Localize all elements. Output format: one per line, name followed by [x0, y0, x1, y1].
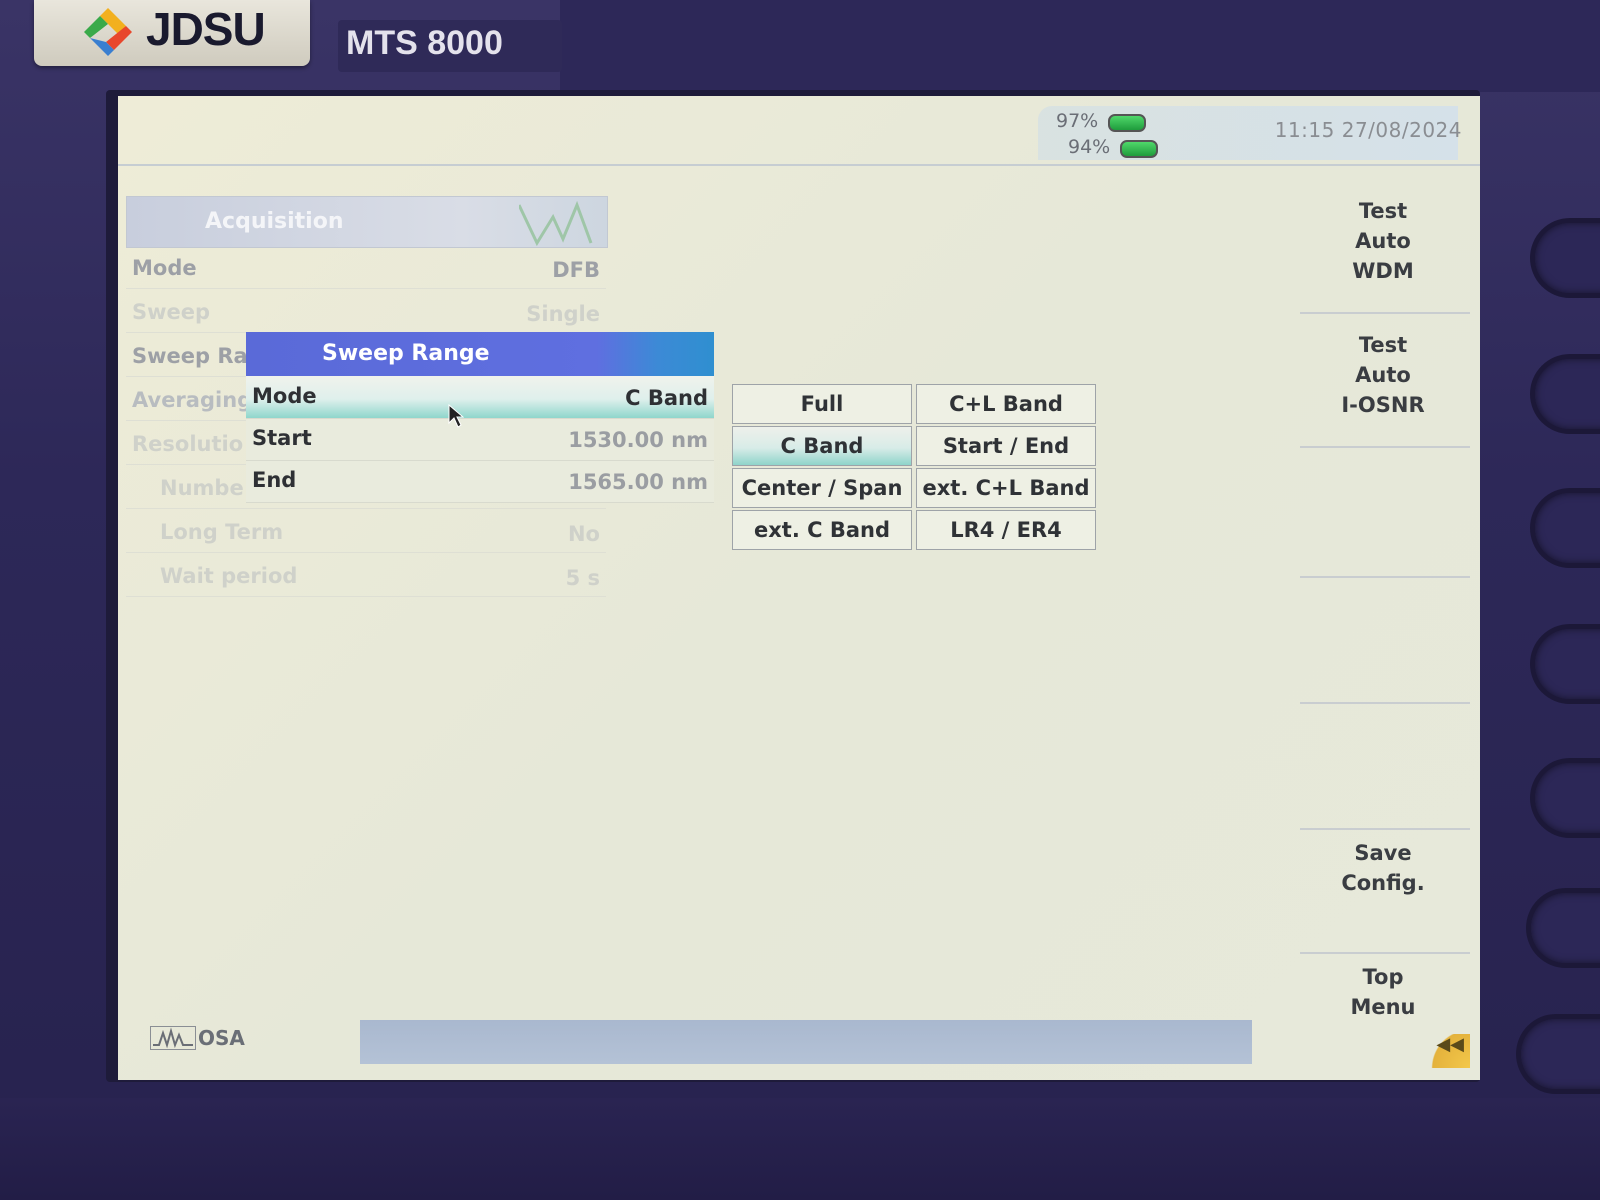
option-full-button[interactable]: Full — [732, 384, 912, 424]
lcd-display: 97% 94% 11:15 27/08/2024 Acquisition Mod… — [118, 96, 1480, 1080]
acq-number-label: Numbe — [160, 476, 244, 500]
menu-save-config-line2: Config. — [1341, 871, 1425, 895]
acq-row-long-term: Long Term No — [126, 512, 606, 553]
soft-key-3-button[interactable] — [1530, 488, 1600, 568]
option-start-end-button[interactable]: Start / End — [916, 426, 1096, 466]
menu-test-auto-wdm[interactable]: Test Auto WDM — [1298, 196, 1468, 286]
soft-key-4-button[interactable] — [1530, 624, 1600, 704]
acq-row-sweep: Sweep Single — [126, 292, 606, 333]
sweep-range-title: Sweep Range — [322, 341, 490, 366]
menu-separator — [1300, 828, 1470, 830]
menu-separator — [1300, 952, 1470, 954]
menu-save-config-line1: Save — [1354, 841, 1412, 865]
sweep-range-mode-label: Mode — [252, 384, 317, 408]
battery-2-level: 94% — [1068, 136, 1111, 158]
spectrum-icon — [519, 200, 593, 247]
acq-sweep-value: Single — [526, 302, 600, 326]
mouse-cursor-icon — [448, 404, 464, 428]
menu-top-menu-line2: Menu — [1350, 995, 1416, 1019]
option-ext-cl-band-button[interactable]: ext. C+L Band — [916, 468, 1096, 508]
acq-sweep-range-label: Sweep Ra — [132, 344, 248, 368]
sweep-range-row-start[interactable]: Start 1530.00 nm — [246, 418, 714, 461]
menu-top-menu[interactable]: Top Menu — [1298, 962, 1468, 1022]
acq-mode-label: Mode — [132, 256, 197, 280]
option-ext-c-band-button[interactable]: ext. C Band — [732, 510, 912, 550]
soft-key-7-button[interactable] — [1516, 1014, 1600, 1094]
soft-key-1-button[interactable] — [1530, 218, 1600, 298]
acq-wait-period-value: 5 s — [565, 566, 600, 590]
acq-wait-period-label: Wait period — [160, 564, 298, 588]
jdsu-logo-icon — [84, 8, 132, 56]
sweep-range-start-value: 1530.00 nm — [568, 428, 708, 452]
status-bar: 97% 94% 11:15 27/08/2024 — [118, 96, 1480, 166]
menu-test-auto-iosnr-line3: I-OSNR — [1341, 393, 1425, 417]
menu-save-config[interactable]: Save Config. — [1298, 838, 1468, 898]
soft-key-2-button[interactable] — [1530, 354, 1600, 434]
acq-long-term-value: No — [567, 522, 600, 546]
acquisition-title: Acquisition — [205, 209, 344, 234]
acq-row-wait-period: Wait period 5 s — [126, 556, 606, 597]
menu-test-auto-wdm-line2: Auto — [1355, 229, 1411, 253]
sweep-range-end-value: 1565.00 nm — [568, 470, 708, 494]
menu-test-auto-iosnr-line1: Test — [1358, 333, 1408, 357]
option-lr4-er4-button[interactable]: LR4 / ER4 — [916, 510, 1096, 550]
soft-key-6-button[interactable] — [1526, 888, 1600, 968]
sweep-range-row-end[interactable]: End 1565.00 nm — [246, 460, 714, 503]
menu-test-auto-wdm-line1: Test — [1358, 199, 1408, 223]
osa-module-tab[interactable]: OSA — [132, 1024, 252, 1054]
osa-spectrum-icon — [150, 1026, 196, 1050]
acq-row-mode[interactable]: Mode DFB — [126, 248, 606, 289]
clock: 11:15 27/08/2024 — [1275, 118, 1462, 142]
sweep-mode-options: Full C+L Band C Band Start / End Center … — [732, 384, 1100, 552]
acq-averaging-label: Averaging — [132, 388, 253, 412]
clock-date: 27/08/2024 — [1341, 118, 1462, 142]
menu-test-auto-iosnr[interactable]: Test Auto I-OSNR — [1298, 330, 1468, 420]
menu-test-auto-wdm-line3: WDM — [1352, 259, 1414, 283]
status-progress-bar — [360, 1020, 1252, 1064]
sweep-range-start-label: Start — [252, 426, 312, 450]
option-cl-band-button[interactable]: C+L Band — [916, 384, 1096, 424]
back-arrow-icon[interactable]: ◀◀ — [1418, 1034, 1470, 1068]
brand-plate: JDSU — [34, 0, 310, 66]
battery-1-icon — [1108, 114, 1146, 132]
sweep-range-mode-value: C Band — [625, 386, 708, 410]
acq-long-term-label: Long Term — [160, 520, 284, 544]
osa-label: OSA — [198, 1026, 245, 1050]
acquisition-header: Acquisition — [126, 196, 608, 248]
option-c-band-button[interactable]: C Band — [732, 426, 912, 466]
battery-2-icon — [1120, 140, 1158, 158]
menu-separator — [1300, 702, 1470, 704]
soft-key-5-button[interactable] — [1530, 758, 1600, 838]
acq-sweep-label: Sweep — [132, 300, 211, 324]
acq-mode-value: DFB — [552, 258, 600, 282]
menu-separator — [1300, 312, 1470, 314]
bezel-bottom — [0, 1098, 1600, 1200]
battery-1-level: 97% — [1056, 110, 1099, 132]
sweep-range-row-mode[interactable]: Mode C Band — [246, 376, 714, 419]
menu-test-auto-iosnr-line2: Auto — [1355, 363, 1411, 387]
bezel-top — [560, 0, 1600, 92]
option-center-span-button[interactable]: Center / Span — [732, 468, 912, 508]
model-name: MTS 8000 — [346, 24, 503, 62]
menu-separator — [1300, 576, 1470, 578]
menu-top-menu-line1: Top — [1362, 965, 1404, 989]
sweep-range-header: Sweep Range — [246, 332, 714, 376]
acq-resolution-label: Resolutio — [132, 432, 244, 456]
sweep-range-end-label: End — [252, 468, 297, 492]
brand-name: JDSU — [146, 3, 266, 55]
menu-separator — [1300, 446, 1470, 448]
clock-time: 11:15 — [1274, 118, 1335, 142]
sweep-range-panel: Sweep Range Mode C Band Start 1530.00 nm… — [246, 332, 714, 503]
